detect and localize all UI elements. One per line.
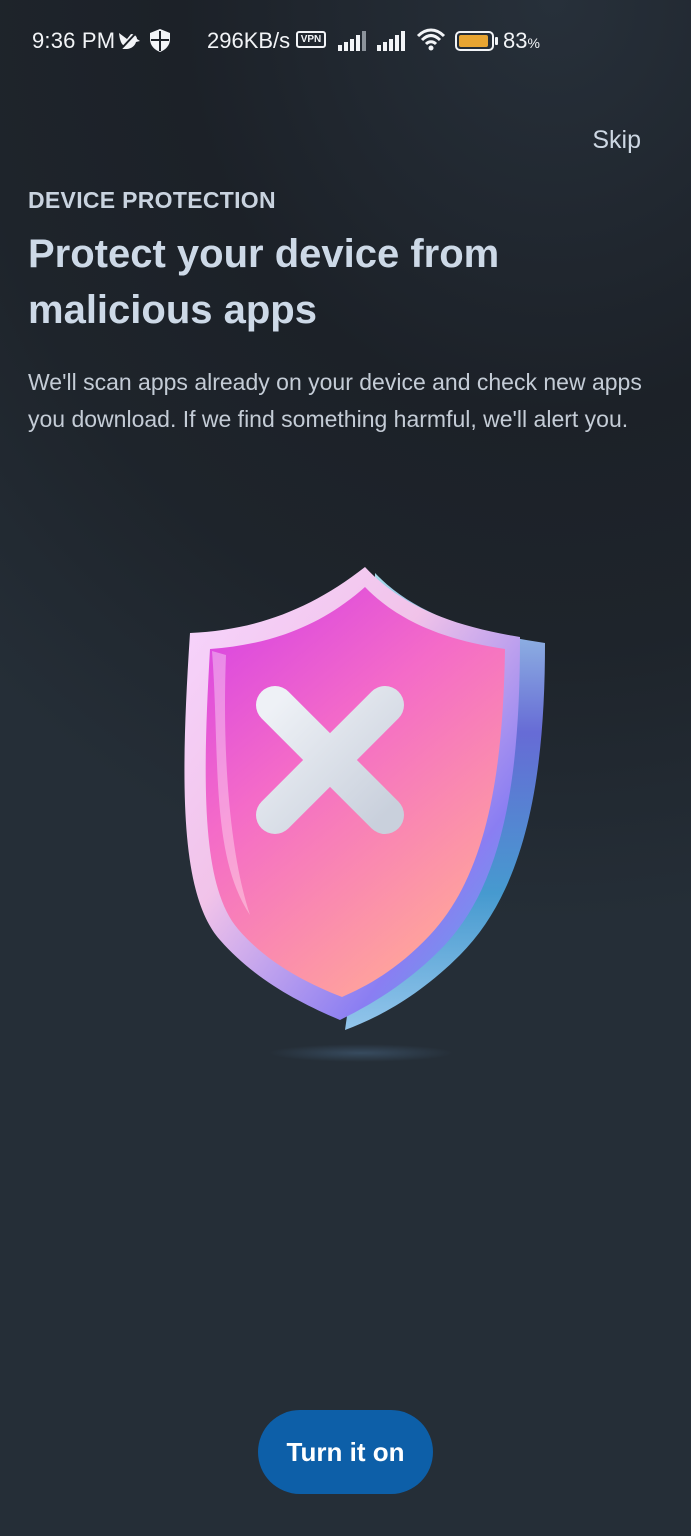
illustration-shadow bbox=[268, 1044, 454, 1062]
network-speed: 296KB/s bbox=[207, 28, 291, 53]
shield-icon bbox=[150, 29, 170, 52]
page-description: We'll scan apps already on your device a… bbox=[28, 369, 642, 432]
battery-percent-unit: % bbox=[527, 35, 540, 51]
vpn-icon: VPN bbox=[296, 31, 326, 48]
battery-percent-value: 83 bbox=[503, 28, 528, 53]
wifi-icon bbox=[416, 28, 446, 51]
status-time: 9:36 PM bbox=[32, 28, 116, 53]
signal-icon bbox=[377, 31, 405, 51]
battery-icon bbox=[455, 31, 498, 51]
section-eyebrow: DEVICE PROTECTION bbox=[28, 187, 276, 213]
turn-it-on-button[interactable]: Turn it on bbox=[258, 1410, 433, 1494]
page-title: Protect your device from malicious apps bbox=[28, 232, 500, 332]
skip-button[interactable]: Skip bbox=[592, 126, 641, 155]
bird-icon bbox=[119, 31, 140, 51]
status-bar: 9:36 PM 296KB/s VPN 83% bbox=[0, 0, 691, 84]
battery-percent: 83% bbox=[503, 28, 540, 54]
shield-with-x-icon bbox=[184, 567, 545, 1030]
signal-icon bbox=[338, 31, 366, 51]
onboarding-screen: 9:36 PM 296KB/s VPN 83% Skip DEVICE PROT… bbox=[0, 0, 691, 1536]
